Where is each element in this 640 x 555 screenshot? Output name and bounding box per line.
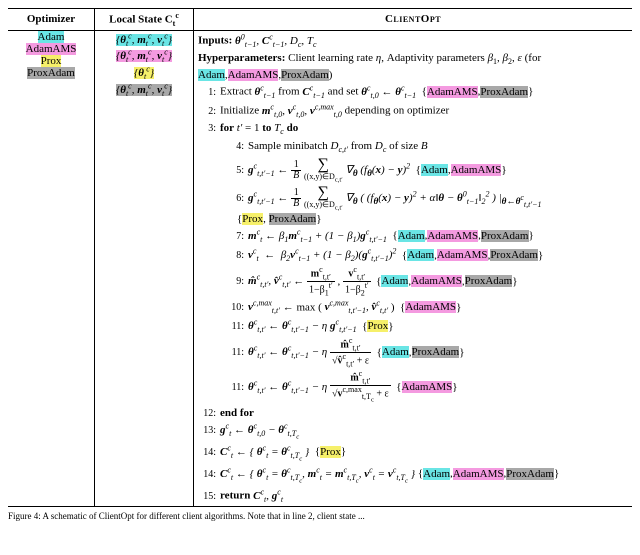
line-2: 2:Initialize mct,0, vct,0, vc,maxt,0 dep… — [198, 102, 628, 120]
line-11-ams: 11:θct,t′ ← θct,t′−1 − η m̂ct,t′√vc,maxt… — [198, 370, 628, 405]
opt-cell: Adam AdamAMS Prox ProxAdam — [8, 30, 95, 506]
line-7: 7:mct ← β1mct−1 + (1 − β1)gct,t′−1 {Adam… — [198, 227, 628, 245]
opt-prox: Prox — [41, 55, 62, 67]
line-3: 3:for t′ = 1 to Tc do — [198, 121, 628, 138]
line-10: 10:vc,maxt,t′ ← max ( vc,maxt,t′−1, v̂ct… — [198, 299, 628, 317]
state-proxadam: {θtc, mtc, vtc} — [116, 84, 172, 96]
state-prox: {θtc} — [134, 67, 154, 79]
state-cell: {θtc, mtc, vtc} {θtc, mtc, vtc} {θtc} {θ… — [95, 30, 194, 506]
algorithm-table: Optimizer Local State Ctc ClientOpt Adam… — [8, 8, 632, 507]
state-adam: {θtc, mtc, vtc} — [116, 34, 172, 46]
header-clientopt: ClientOpt — [194, 9, 633, 31]
line-9: 9:m̂ct,t′, v̂ct,t′ ← mct,t′1−β1t′ , vct,… — [198, 266, 628, 298]
line-11-adam: 11:θct,t′ ← θct,t′−1 − η m̂ct,t′√v̂ct,t′… — [198, 337, 628, 369]
line-13: 13:gct ← θct,0 − θct,Tc — [198, 421, 628, 442]
header-local-state: Local State Ctc — [95, 9, 194, 31]
state-adamams: {θtc, mtc, vtc} — [116, 50, 172, 62]
line-4: 4:Sample minibatch Dc,t′ from Dc of size… — [198, 139, 628, 156]
line-11-prox: 11:θct,t′ ← θct,t′−1 − η gct,t′−1 {Prox} — [198, 318, 628, 336]
inputs-line: Inputs: θ0t−1, Cct−1, Dc, Tc — [198, 32, 628, 50]
line-12: 12:end for — [198, 406, 628, 420]
algorithm-body: Inputs: θ0t−1, Cct−1, Dc, Tc Hyperparame… — [194, 30, 633, 506]
line-5: 5:gct,t′−1 ← 1B ∑((x,y)∈Dc,t′ ∇θ (fθ(x) … — [198, 157, 628, 184]
line-1: 1:Extract θct−1 from Cct−1 and set θct,0… — [198, 83, 628, 101]
figure-caption: Figure 4: A schematic of ClientOpt for d… — [8, 511, 632, 521]
opt-adam: Adam — [38, 31, 65, 43]
opt-adamams: AdamAMS — [26, 43, 77, 55]
line-8: 8:vct ← β2vct−1 + (1 − β2)(gct,t′−1)2 {A… — [198, 247, 628, 265]
line-14-prox: 14:Cct ← { θct = θct,Tc } {Prox} — [198, 443, 628, 464]
header-optimizer: Optimizer — [8, 9, 95, 31]
line-14-adam: 14:Cct ← { θct = θct,Tc, mct = mct,Tc, v… — [198, 465, 628, 486]
line-15: 15:return Cct, gct — [198, 487, 628, 505]
opt-proxadam: ProxAdam — [27, 67, 75, 79]
line-6: 6:gct,t′−1 ← 1B ∑((x,y)∈Dc,t′ ∇θ ( (fθ(x… — [198, 185, 628, 227]
hparams-line: Hyperparameters: Client learning rate η,… — [198, 51, 628, 82]
